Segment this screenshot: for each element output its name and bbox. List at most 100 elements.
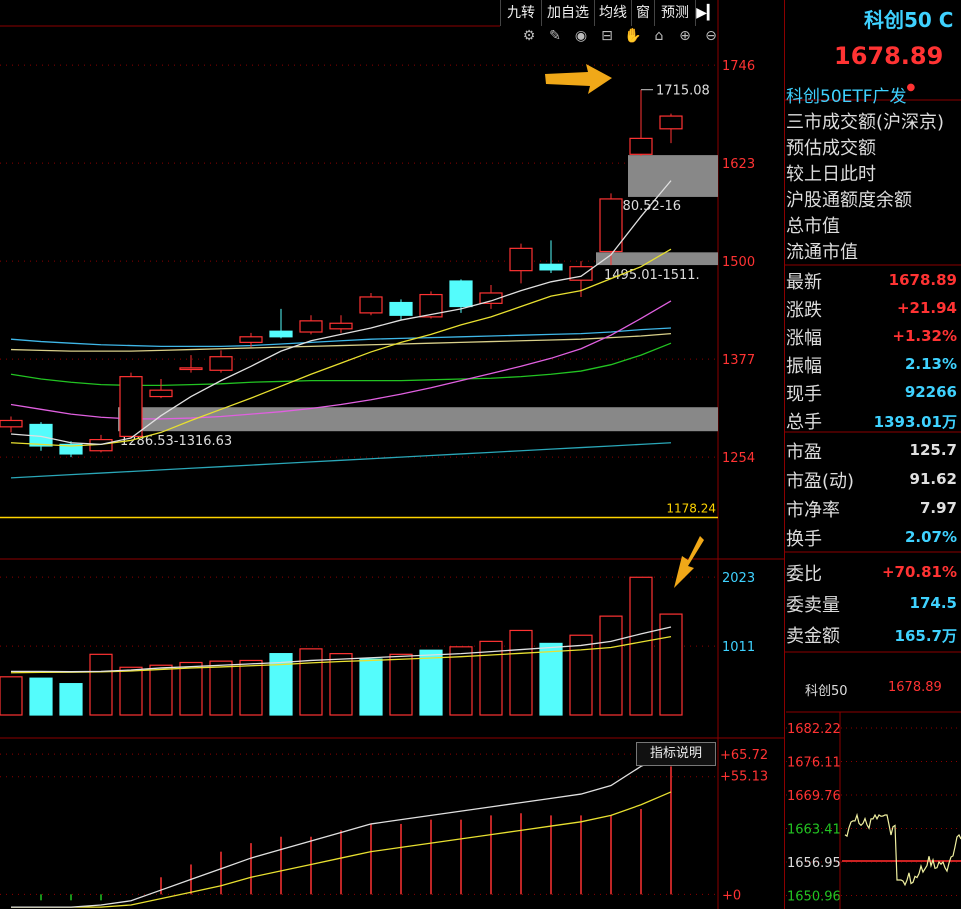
order-label-1: 委卖量 — [786, 595, 840, 616]
valuation-value-1: 91.62 — [909, 470, 957, 488]
quote-value-5: 1393.01万 — [873, 413, 957, 431]
valuation-value-0: 125.7 — [909, 441, 957, 459]
volume-bar-12 — [359, 658, 383, 716]
toolbar-button-3[interactable]: 窗 — [631, 0, 654, 26]
valuation-label-0: 市盈 — [786, 442, 822, 463]
info-row-2: 较上日此时 — [786, 164, 876, 185]
quote-label-5: 总手 — [786, 412, 822, 433]
toolbar-button-0[interactable]: 九转 — [500, 0, 541, 26]
candle-body-10 — [299, 320, 323, 333]
volume-bar-11 — [329, 653, 353, 716]
arrow-volume — [674, 536, 704, 588]
brush-icon[interactable]: ✎ — [546, 28, 564, 48]
reference-hline-label: 1178.24 — [666, 501, 716, 515]
order-label-0: 委比 — [786, 564, 822, 585]
volume-bar-13 — [389, 653, 413, 716]
candle-body-21 — [629, 137, 653, 155]
candle-body-12 — [359, 296, 383, 314]
volume-bar-4 — [119, 666, 143, 716]
eye-icon[interactable]: ◉ — [572, 28, 590, 48]
candle-body-22 — [659, 115, 683, 130]
gap-zone-mid — [596, 252, 718, 266]
info-row-3: 沪股通额度余额 — [786, 190, 912, 211]
volume-bar-6 — [179, 661, 203, 716]
lock-icon[interactable]: ⌂ — [650, 28, 668, 48]
order-value-2: 165.7万 — [894, 627, 957, 645]
valuation-value-2: 7.97 — [919, 499, 957, 517]
toolbar-button-2[interactable]: 均线 — [594, 0, 631, 26]
quote-label-2: 涨幅 — [786, 328, 822, 349]
volume-tick-label-1: 1011 — [722, 640, 755, 655]
ma-green-line — [10, 342, 672, 387]
indicator-label-1: +55.13 — [720, 770, 768, 785]
etf-link-label: 科创50ETF广发 — [786, 87, 907, 107]
chart-tools: ⚙ ✎ ◉ ⊟ ✋ ⌂ ⊕ ⊖ — [520, 28, 720, 48]
valuation-label-1: 市盈(动) — [786, 471, 855, 492]
candle-body-7 — [209, 356, 233, 371]
candle-body-8 — [239, 336, 263, 343]
price-tick-label-1: 1623 — [722, 157, 755, 172]
volume-bar-19 — [569, 634, 593, 716]
price-tick-label-2: 1500 — [722, 255, 755, 270]
high-marker-label: 1715.08 — [656, 84, 710, 99]
candle-body-4 — [119, 376, 143, 438]
basket-icon[interactable]: ⊟ — [598, 28, 616, 48]
candle-body-5 — [149, 389, 173, 398]
candle-body-9 — [269, 330, 293, 338]
price-tick-label-3: 1377 — [722, 353, 755, 368]
candle-body-6 — [179, 367, 203, 371]
hand-icon[interactable]: ✋ — [624, 28, 642, 48]
indicator-label-2: +0 — [722, 888, 741, 903]
settings-icon[interactable]: ⚙ — [520, 28, 538, 48]
arrow-price-high — [545, 64, 612, 94]
quote-value-0: 1678.89 — [888, 271, 957, 289]
volume-bar-21 — [629, 576, 653, 716]
quote-label-3: 振幅 — [786, 356, 822, 377]
volume-bar-0 — [0, 676, 23, 716]
mini-index-value: 1678.89 — [888, 680, 942, 695]
info-row-0: 三市成交额(沪深京) — [786, 112, 945, 133]
quote-value-1: +21.94 — [896, 299, 957, 317]
etf-link[interactable]: 科创50ETF广发● — [786, 82, 915, 107]
price-tick-label-4: 1254 — [722, 451, 755, 466]
order-value-0: +70.81% — [881, 563, 957, 581]
volume-bar-8 — [239, 659, 263, 716]
candle-body-17 — [509, 247, 533, 272]
zoom-in-icon[interactable]: ⊕ — [676, 28, 694, 48]
quote-label-4: 现手 — [786, 384, 822, 405]
indicator-explain-button[interactable]: 指标说明 — [636, 742, 716, 766]
candle-body-13 — [389, 301, 413, 316]
quote-value-4: 92266 — [904, 383, 957, 401]
info-row-1: 预估成交额 — [786, 138, 876, 159]
quote-value-3: 2.13% — [904, 355, 957, 373]
valuation-label-3: 换手 — [786, 529, 822, 550]
order-label-2: 卖金额 — [786, 626, 840, 647]
candle-body-18 — [539, 263, 563, 271]
volume-bar-5 — [149, 664, 173, 716]
info-row-5: 流通市值 — [786, 242, 858, 263]
collapse-panel-icon[interactable]: ▶▎ — [695, 0, 718, 26]
volume-bar-2 — [59, 683, 83, 716]
valuation-value-3: 2.07% — [904, 528, 957, 546]
indicator-label-0: +65.72 — [720, 748, 768, 763]
support-zone — [118, 407, 718, 432]
order-value-1: 174.5 — [909, 594, 957, 612]
candle-body-11 — [329, 322, 353, 330]
volume-bar-10 — [299, 648, 323, 716]
toolbar-button-1[interactable]: 加自选 — [541, 0, 594, 26]
toolbar-button-4[interactable]: 预测 — [654, 0, 695, 26]
index-title: 科创50 C — [864, 8, 954, 32]
info-row-4: 总市值 — [786, 216, 840, 237]
candle-body-20 — [599, 198, 623, 253]
volume-bar-1 — [29, 677, 53, 716]
quote-label-0: 最新 — [786, 272, 822, 293]
gap-zone-top — [628, 155, 718, 197]
volume-bar-20 — [599, 615, 623, 716]
volume-bar-18 — [539, 642, 563, 716]
quote-value-2: +1.32% — [892, 327, 957, 345]
valuation-label-2: 市净率 — [786, 500, 840, 521]
zoom-out-icon[interactable]: ⊖ — [702, 28, 720, 48]
volume-bar-14 — [419, 649, 443, 716]
price-tick-label-0: 1746 — [722, 59, 755, 74]
volume-tick-label-0: 2023 — [722, 571, 755, 586]
